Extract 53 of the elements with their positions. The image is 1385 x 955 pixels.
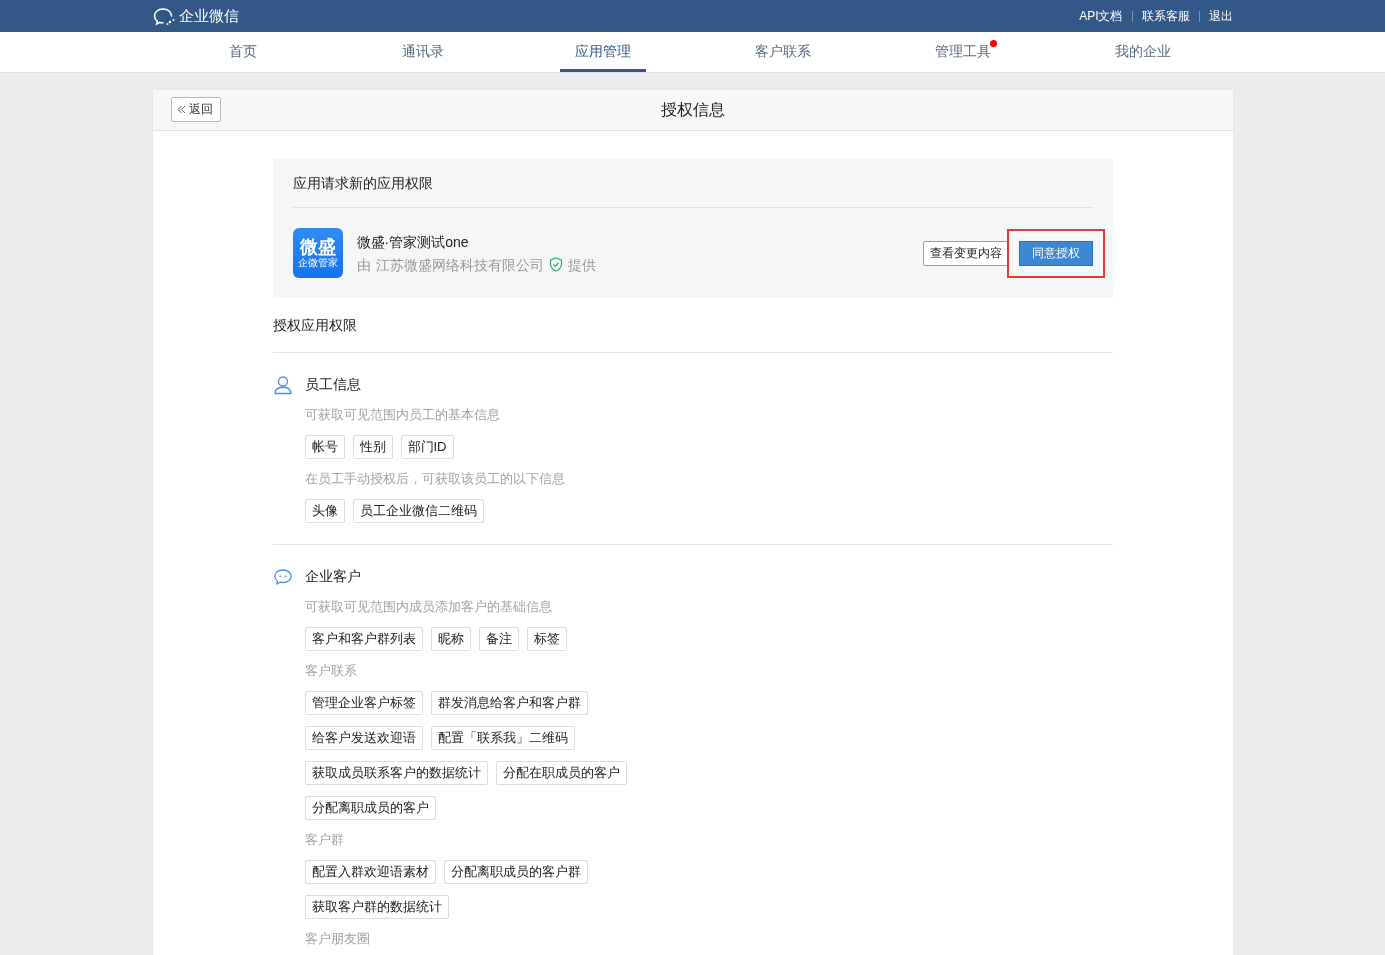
- permission-tag: 配置入群欢迎语素材: [304, 860, 436, 884]
- section-heading: 授权应用权限: [272, 317, 357, 333]
- page-title: 授权信息: [660, 99, 725, 120]
- app-icon-subtitle: 企微管家: [297, 257, 338, 269]
- provider-suffix: 提供: [567, 255, 596, 275]
- view-changes-button[interactable]: 查看变更内容: [922, 240, 1009, 266]
- nav-tab[interactable]: 管理工具: [919, 32, 1006, 72]
- provider-name: 江苏微盛网络科技有限公司: [375, 255, 544, 275]
- header-link[interactable]: 退出: [1199, 7, 1233, 25]
- nav-tab[interactable]: 首页: [213, 32, 272, 72]
- app-name: 微盛·管家测试one: [356, 232, 470, 252]
- section-heading: 应用请求新的应用权限: [292, 159, 1093, 208]
- header-link[interactable]: 联系客服: [1132, 7, 1199, 25]
- permission-tag: 头像: [304, 499, 345, 523]
- nav-tab[interactable]: 通讯录: [386, 32, 459, 72]
- permission-note: 可获取可见范围内成员添加客户的基础信息: [304, 598, 553, 616]
- permission-note: 客户联系: [304, 662, 358, 680]
- logo-icon: [152, 6, 176, 26]
- permission-tag: 标签: [526, 627, 567, 651]
- permission-tag: 分配离职成员的客户: [304, 796, 436, 820]
- permission-tag: 客户和客户群列表: [304, 627, 423, 651]
- permission-tag: 员工企业微信二维码: [352, 499, 484, 523]
- permission-tag: 分配在职成员的客户: [495, 761, 627, 785]
- nav-tab[interactable]: 我的企业: [1099, 32, 1186, 72]
- permission-tag: 部门ID: [400, 435, 454, 459]
- chat-bubble-icon: [272, 568, 293, 586]
- permission-note: 客户朋友圈: [304, 930, 371, 948]
- permission-note: 在员工手动授权后，可获取该员工的以下信息: [304, 470, 566, 488]
- approve-button[interactable]: 同意授权: [1018, 240, 1093, 266]
- permission-tag: 管理企业客户标签: [304, 691, 423, 715]
- permission-category: 员工信息: [304, 376, 361, 394]
- permission-tag: 获取成员联系客户的数据统计: [304, 761, 488, 785]
- back-button[interactable]: 返回: [170, 97, 221, 122]
- person-icon: [272, 375, 293, 395]
- logo-text: 企业微信: [178, 6, 239, 26]
- nav-tab[interactable]: 客户联系: [739, 32, 826, 72]
- header-link[interactable]: API文档: [1070, 7, 1132, 25]
- permission-tag: 分配离职成员的客户群: [443, 860, 588, 884]
- nav-tab[interactable]: 应用管理: [559, 32, 646, 72]
- permission-tag: 昵称: [430, 627, 471, 651]
- permission-note: 客户群: [304, 831, 345, 849]
- provider-prefix: 由: [356, 255, 371, 275]
- double-chevron-icon: [176, 105, 186, 114]
- permission-category: 企业客户: [304, 568, 361, 586]
- permission-tag: 配置「联系我」二维码: [430, 726, 575, 750]
- permission-tag: 帐号: [304, 435, 345, 459]
- permission-note: 可获取可见范围内员工的基本信息: [304, 406, 501, 424]
- permission-tag: 给客户发送欢迎语: [304, 726, 423, 750]
- permission-tag: 性别: [352, 435, 393, 459]
- permission-tag: 群发消息给客户和客户群: [430, 691, 588, 715]
- permission-tag: 备注: [478, 627, 519, 651]
- permission-tag: 获取客户群的数据统计: [304, 895, 449, 919]
- app-icon-title: 微盛: [299, 237, 336, 257]
